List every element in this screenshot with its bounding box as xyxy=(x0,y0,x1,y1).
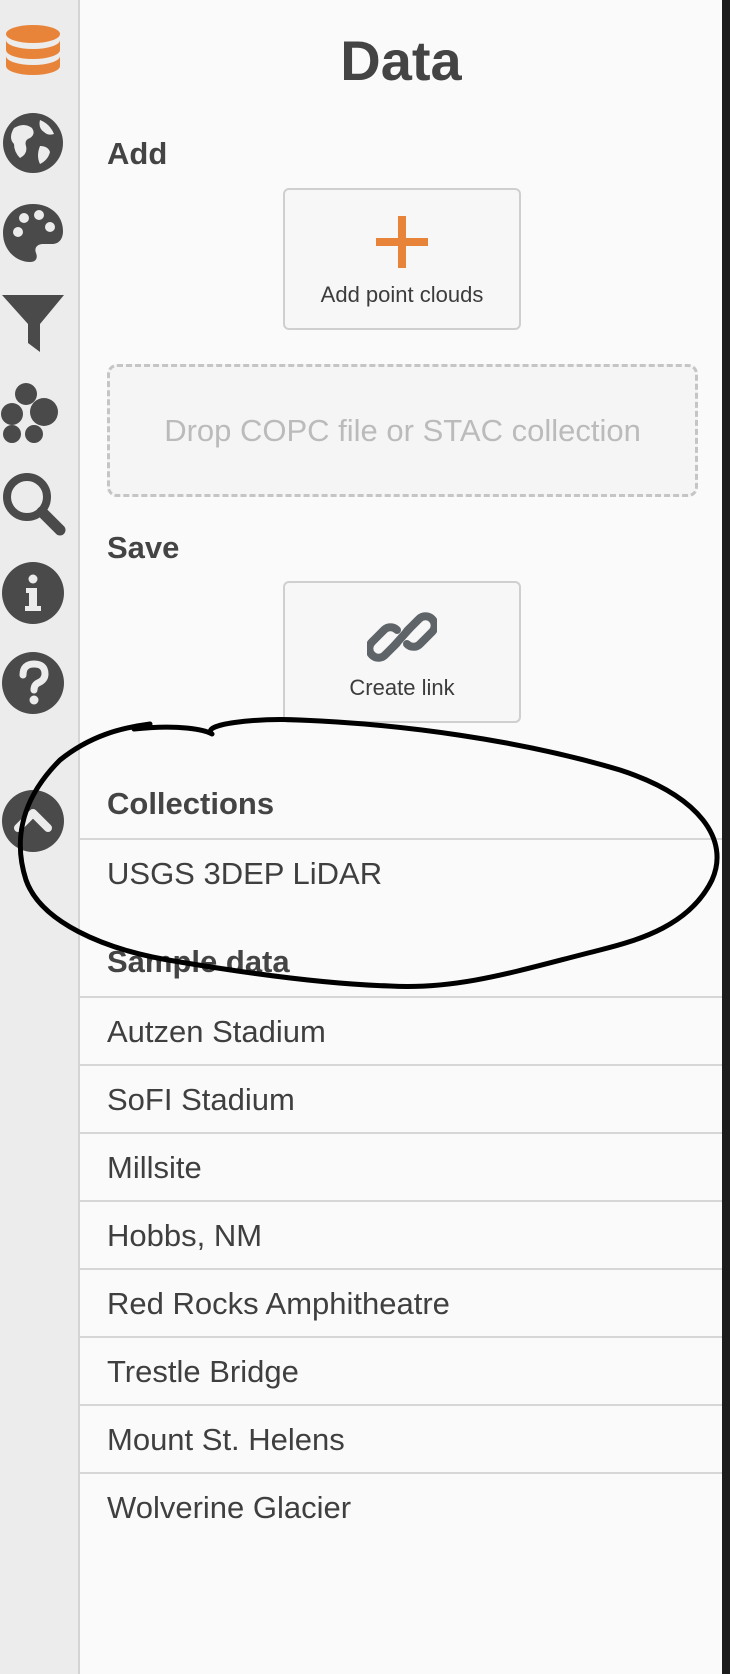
list-item[interactable]: Red Rocks Amphitheatre xyxy=(80,1268,722,1336)
help-icon[interactable] xyxy=(0,648,66,718)
sidebar xyxy=(0,0,80,1674)
save-heading: Save xyxy=(107,530,180,565)
list-item[interactable]: Autzen Stadium xyxy=(80,996,722,1064)
sample-data-list: Autzen Stadium SoFI Stadium Millsite Hob… xyxy=(80,996,722,1540)
list-item[interactable]: USGS 3DEP LiDAR xyxy=(80,838,722,906)
collections-list: USGS 3DEP LiDAR xyxy=(80,838,722,906)
link-icon xyxy=(285,609,519,665)
window-edge xyxy=(722,0,730,1674)
add-point-clouds-label: Add point clouds xyxy=(320,282,484,307)
page-title: Data xyxy=(340,29,462,92)
add-heading: Add xyxy=(107,136,168,171)
list-item[interactable]: Mount St. Helens xyxy=(80,1404,722,1472)
create-link-button[interactable]: Create link xyxy=(283,581,521,723)
list-item[interactable]: Millsite xyxy=(80,1132,722,1200)
globe-icon[interactable] xyxy=(0,108,66,178)
list-item[interactable]: SoFI Stadium xyxy=(80,1064,722,1132)
plus-icon xyxy=(285,214,519,270)
list-item[interactable]: Wolverine Glacier xyxy=(80,1472,722,1540)
drop-zone[interactable]: Drop COPC file or STAC collection xyxy=(107,364,698,497)
add-point-clouds-button[interactable]: Add point clouds xyxy=(283,188,521,330)
palette-icon[interactable] xyxy=(0,198,66,268)
list-item[interactable]: Hobbs, NM xyxy=(80,1200,722,1268)
collapse-icon[interactable] xyxy=(0,788,66,854)
data-panel: Data Add Add point clouds Drop COPC file… xyxy=(80,0,722,1674)
database-icon[interactable] xyxy=(0,18,66,88)
sample-data-heading: Sample data xyxy=(107,944,290,979)
filter-icon[interactable] xyxy=(0,288,66,358)
search-icon[interactable] xyxy=(0,468,66,538)
layers-icon[interactable] xyxy=(0,378,66,448)
collections-heading: Collections xyxy=(107,786,275,821)
list-item[interactable]: Trestle Bridge xyxy=(80,1336,722,1404)
info-icon[interactable] xyxy=(0,558,66,628)
create-link-label: Create link xyxy=(349,675,455,700)
